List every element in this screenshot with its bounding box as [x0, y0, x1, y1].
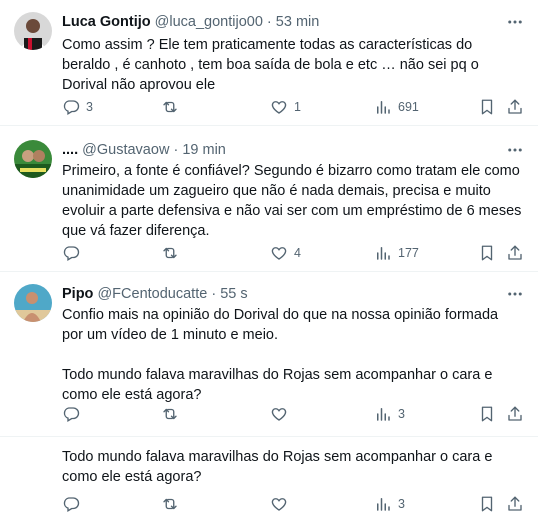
- tweet-actions: 3: [62, 495, 528, 515]
- dot-separator: ·: [266, 14, 272, 30]
- views-count: 3: [398, 497, 405, 511]
- bookmark-button[interactable]: [478, 495, 496, 513]
- views-icon: [377, 247, 390, 260]
- views-button[interactable]: 3: [374, 495, 405, 513]
- tweet-time[interactable]: 55 s: [220, 286, 247, 302]
- tweet-text: Primeiro, a fonte é confiável? Segundo é…: [62, 161, 522, 241]
- views-count: 691: [398, 100, 419, 114]
- tweet-header: Luca Gontijo @luca_gontijo00 · 53 min: [62, 13, 319, 31]
- author-name[interactable]: ....: [62, 142, 78, 158]
- like-button[interactable]: 4: [270, 244, 301, 262]
- heart-icon: [271, 247, 287, 260]
- tweet-header: .... @Gustavaow · 19 min: [62, 141, 226, 159]
- tweet-2[interactable]: .... @Gustavaow · 19 min Primeiro, a fon…: [0, 126, 538, 270]
- retweet-icon: [163, 101, 177, 113]
- tweet-time[interactable]: 19 min: [182, 142, 226, 158]
- share-button[interactable]: [506, 495, 524, 513]
- avatar-luca[interactable]: [14, 12, 52, 50]
- reply-count: 3: [86, 100, 93, 114]
- like-count: 1: [294, 100, 301, 114]
- avatar-pipo[interactable]: [14, 284, 52, 322]
- author-handle[interactable]: @Gustavaow: [82, 142, 169, 158]
- views-button[interactable]: 3: [374, 405, 405, 423]
- retweet-button[interactable]: [161, 495, 185, 513]
- tweet-time[interactable]: 53 min: [276, 14, 320, 30]
- tweet-text: Como assim ? Ele tem praticamente todas …: [62, 35, 522, 95]
- share-button[interactable]: [506, 98, 524, 116]
- reply-icon: [63, 407, 80, 422]
- retweet-button[interactable]: [161, 244, 185, 262]
- tweet-1[interactable]: Luca Gontijo @luca_gontijo00 · 53 min Co…: [0, 0, 538, 125]
- more-icon[interactable]: [506, 13, 524, 31]
- retweet-icon: [163, 498, 177, 510]
- views-icon: [377, 498, 390, 511]
- tweet-text: Todo mundo falava maravilhas do Rojas se…: [62, 447, 522, 487]
- more-icon[interactable]: [506, 141, 524, 159]
- heart-icon: [271, 498, 287, 511]
- share-icon: [508, 245, 522, 260]
- reply-button[interactable]: [62, 405, 86, 423]
- share-button[interactable]: [506, 244, 524, 262]
- dot-separator: ·: [211, 286, 217, 302]
- tweet-header: Pipo @FCentoducatte · 55 s: [62, 285, 248, 303]
- bookmark-button[interactable]: [478, 405, 496, 423]
- bookmark-icon: [481, 245, 493, 261]
- author-handle[interactable]: @luca_gontijo00: [155, 14, 263, 30]
- reply-button[interactable]: 3: [62, 98, 93, 116]
- tweet-3[interactable]: Pipo @FCentoducatte · 55 s Confio mais n…: [0, 272, 538, 434]
- share-icon: [508, 496, 522, 511]
- dot-separator: ·: [173, 142, 179, 158]
- avatar-gustavaow[interactable]: [14, 140, 52, 178]
- views-count: 3: [398, 407, 405, 421]
- reply-button[interactable]: [62, 495, 86, 513]
- like-button[interactable]: [270, 495, 294, 513]
- author-name[interactable]: Luca Gontijo: [62, 14, 151, 30]
- views-icon: [377, 101, 390, 114]
- views-icon: [377, 408, 390, 421]
- bookmark-icon: [481, 99, 493, 115]
- tweet-paragraph: Confio mais na opinião do Dorival do que…: [62, 307, 499, 343]
- tweet-paragraph: Como assim ? Ele tem praticamente todas …: [62, 37, 479, 93]
- reply-icon: [63, 246, 80, 261]
- like-button[interactable]: 1: [270, 98, 301, 116]
- retweet-button[interactable]: [161, 98, 185, 116]
- reply-icon: [63, 497, 80, 512]
- more-icon[interactable]: [506, 285, 524, 303]
- bookmark-icon: [481, 496, 493, 512]
- views-button[interactable]: 177: [374, 244, 419, 262]
- tweet-text: Confio mais na opinião do Dorival do que…: [62, 305, 522, 405]
- share-button[interactable]: [506, 405, 524, 423]
- tweet-actions: 3: [62, 405, 528, 425]
- tweet-actions: 3 1 691: [62, 98, 528, 118]
- share-icon: [508, 406, 522, 421]
- retweet-button[interactable]: [161, 405, 185, 423]
- tweet-actions: 4 177: [62, 244, 528, 264]
- retweet-icon: [163, 408, 177, 420]
- retweet-icon: [163, 247, 177, 259]
- heart-icon: [271, 101, 287, 114]
- tweet-4[interactable]: Todo mundo falava maravilhas do Rojas se…: [0, 437, 538, 528]
- bookmark-button[interactable]: [478, 244, 496, 262]
- tweet-paragraph: Primeiro, a fonte é confiável? Segundo é…: [62, 163, 522, 239]
- views-button[interactable]: 691: [374, 98, 419, 116]
- author-handle[interactable]: @FCentoducatte: [97, 286, 207, 302]
- bookmark-icon: [481, 406, 493, 422]
- reply-button[interactable]: [62, 244, 86, 262]
- bookmark-button[interactable]: [478, 98, 496, 116]
- views-count: 177: [398, 246, 419, 260]
- tweet-paragraph: Todo mundo falava maravilhas do Rojas se…: [62, 449, 493, 485]
- share-icon: [508, 99, 522, 114]
- heart-icon: [271, 408, 287, 421]
- tweet-paragraph: Todo mundo falava maravilhas do Rojas se…: [62, 367, 493, 403]
- author-name[interactable]: Pipo: [62, 286, 93, 302]
- like-count: 4: [294, 246, 301, 260]
- like-button[interactable]: [270, 405, 294, 423]
- reply-icon: [63, 100, 80, 115]
